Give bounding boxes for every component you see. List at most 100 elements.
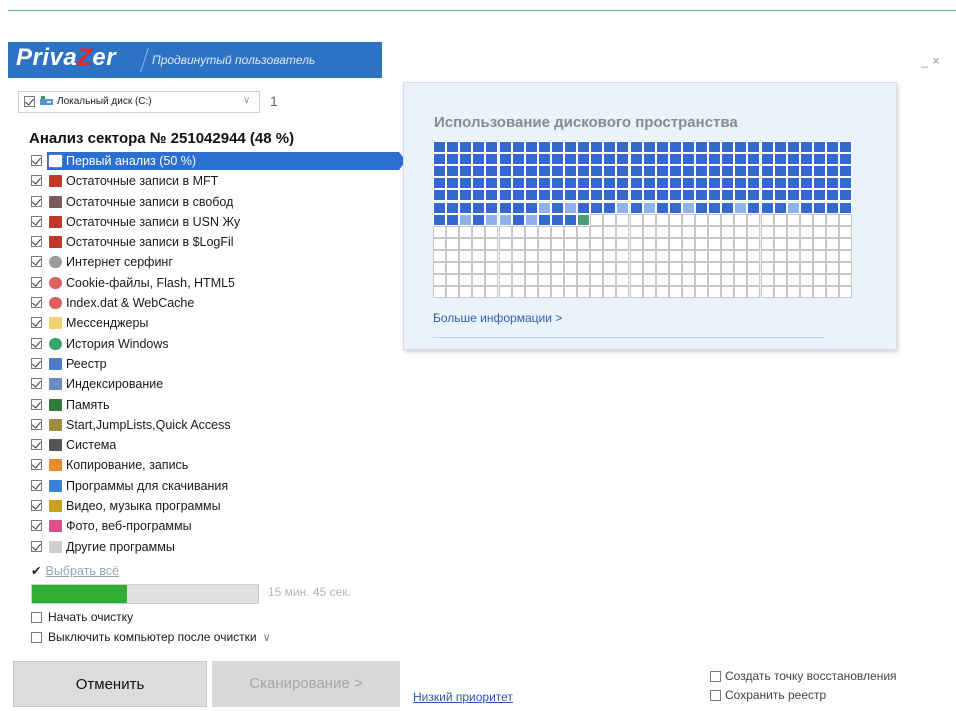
disk-sector-cell bbox=[760, 153, 774, 166]
chevron-down-icon[interactable]: ∨ bbox=[263, 632, 271, 644]
disk-sector-cell bbox=[629, 249, 643, 262]
list-item[interactable]: Cookie-файлы, Flash, HTML5 bbox=[31, 273, 411, 293]
item-checkbox[interactable] bbox=[31, 418, 42, 430]
start-cleanup-checkbox[interactable] bbox=[31, 612, 42, 624]
disk-sector-cell bbox=[511, 249, 525, 262]
list-item[interactable]: Фото, веб-программы bbox=[31, 516, 411, 536]
item-checkbox[interactable] bbox=[31, 459, 42, 471]
disk-sector-cell bbox=[603, 225, 617, 238]
item-checkbox[interactable] bbox=[31, 236, 42, 248]
disk-sector-cell bbox=[760, 165, 774, 178]
list-item[interactable]: Index.dat & WebCache bbox=[31, 293, 411, 313]
save-registry-checkbox[interactable] bbox=[710, 690, 721, 702]
disk-sector-cell bbox=[498, 213, 512, 226]
item-checkbox[interactable] bbox=[31, 357, 42, 369]
disk-sector-cell bbox=[537, 225, 551, 238]
item-checkbox[interactable] bbox=[31, 500, 42, 512]
select-all[interactable]: ✔ Выбрать всё bbox=[31, 563, 119, 578]
disk-sector-cell bbox=[459, 262, 473, 274]
item-checkbox[interactable] bbox=[31, 520, 42, 532]
disk-sector-cell bbox=[773, 274, 787, 287]
disk-sector-cell bbox=[564, 153, 577, 166]
item-label: Start,JumpLists,Quick Access bbox=[66, 417, 231, 432]
item-checkbox[interactable] bbox=[31, 317, 42, 329]
disk-sector-cell bbox=[773, 189, 787, 202]
disk-sector-cell bbox=[485, 177, 499, 190]
item-checkbox[interactable] bbox=[31, 175, 42, 187]
shutdown-option[interactable]: Выключить компьютер после очистки ∨ bbox=[31, 630, 271, 644]
disk-sector-cell bbox=[721, 225, 735, 238]
item-checkbox[interactable] bbox=[31, 195, 42, 207]
shutdown-checkbox[interactable] bbox=[31, 632, 42, 644]
list-item[interactable]: Интернет серфинг bbox=[31, 252, 411, 272]
restore-point-checkbox[interactable] bbox=[710, 671, 721, 683]
list-item[interactable]: Индексирование bbox=[31, 374, 411, 394]
progress-bar bbox=[31, 584, 259, 604]
disk-sector-cell bbox=[734, 225, 748, 238]
cancel-button[interactable]: Отменить bbox=[13, 661, 207, 707]
disk-sector-cell bbox=[799, 213, 813, 226]
item-checkbox[interactable] bbox=[31, 276, 42, 288]
item-checkbox[interactable] bbox=[31, 256, 42, 268]
list-item[interactable]: Start,JumpLists,Quick Access bbox=[31, 415, 411, 435]
grid-dark-icon bbox=[49, 195, 62, 208]
item-checkbox[interactable] bbox=[31, 439, 42, 451]
disk-sector-cell bbox=[616, 237, 630, 250]
restore-point-option[interactable]: Создать точку восстановления bbox=[710, 669, 897, 683]
disk-sector-cell bbox=[812, 213, 826, 226]
list-item[interactable]: Видео, музыка программы bbox=[31, 496, 411, 516]
disk-sector-cell bbox=[747, 201, 761, 214]
disk-sector-cell bbox=[498, 201, 512, 214]
disk-sector-cell bbox=[577, 189, 591, 202]
disk-sector-cell bbox=[524, 213, 538, 226]
disk-sector-cell bbox=[498, 153, 512, 166]
disk-sector-cell bbox=[655, 189, 669, 202]
item-checkbox[interactable] bbox=[31, 540, 42, 552]
disk-sector-cell bbox=[786, 141, 800, 153]
item-checkbox[interactable] bbox=[31, 398, 42, 410]
disk-sector-cell bbox=[446, 225, 460, 238]
disk-sector-cell bbox=[564, 249, 577, 262]
list-item[interactable]: Копирование, запись bbox=[31, 455, 411, 475]
disk-sector-cell bbox=[786, 201, 800, 214]
more-info-link[interactable]: Больше информации > bbox=[433, 311, 562, 325]
disk-sector-cell bbox=[472, 153, 486, 166]
disk-sector-cell bbox=[433, 165, 446, 178]
minimize-button[interactable]: _ bbox=[921, 53, 928, 68]
chevron-down-icon[interactable]: ∨ bbox=[243, 95, 250, 106]
list-item[interactable]: Остаточные записи в USN Жу bbox=[31, 212, 411, 232]
save-registry-option[interactable]: Сохранить реестр bbox=[710, 688, 826, 702]
table-red-icon bbox=[49, 175, 62, 188]
list-item[interactable]: Остаточные записи в свобод bbox=[31, 192, 411, 212]
item-checkbox[interactable] bbox=[31, 297, 42, 309]
list-item[interactable]: Память bbox=[31, 395, 411, 415]
list-item[interactable]: Реестр bbox=[31, 354, 411, 374]
item-checkbox[interactable] bbox=[31, 479, 42, 491]
close-button[interactable]: × bbox=[932, 53, 940, 68]
list-item[interactable]: Остаточные записи в MFT bbox=[31, 171, 411, 191]
list-item[interactable]: Остаточные записи в $LogFil bbox=[31, 232, 411, 252]
pin-icon bbox=[49, 418, 62, 431]
item-checkbox[interactable] bbox=[31, 378, 42, 390]
low-priority-link[interactable]: Низкий приоритет bbox=[413, 690, 513, 704]
list-item[interactable]: Мессенджеры bbox=[31, 313, 411, 333]
drive-selector[interactable]: Локальный диск (C:) ∨ bbox=[18, 91, 260, 113]
list-item[interactable]: Другие программы bbox=[31, 537, 411, 557]
list-item[interactable]: Программы для скачивания bbox=[31, 476, 411, 496]
disk-sector-cell bbox=[681, 141, 695, 153]
list-item[interactable]: История Windows bbox=[31, 334, 411, 354]
select-all-link[interactable]: Выбрать всё bbox=[45, 564, 119, 578]
item-checkbox[interactable] bbox=[31, 337, 42, 349]
item-checkbox[interactable] bbox=[31, 215, 42, 227]
disk-sector-cell bbox=[524, 237, 538, 250]
item-checkbox[interactable] bbox=[31, 155, 42, 166]
start-cleanup-option[interactable]: Начать очистку bbox=[31, 610, 133, 624]
disk-sector-cell bbox=[826, 165, 839, 178]
list-item[interactable]: Система bbox=[31, 435, 411, 455]
list-item[interactable]: Первый анализ (50 %) bbox=[31, 151, 411, 171]
drive-checkbox[interactable] bbox=[24, 96, 35, 107]
disk-sector-cell bbox=[734, 237, 748, 250]
disk-sector-cell bbox=[721, 141, 735, 153]
disk-sector-cell bbox=[642, 274, 656, 287]
scan-button[interactable]: Сканирование > bbox=[212, 661, 400, 707]
